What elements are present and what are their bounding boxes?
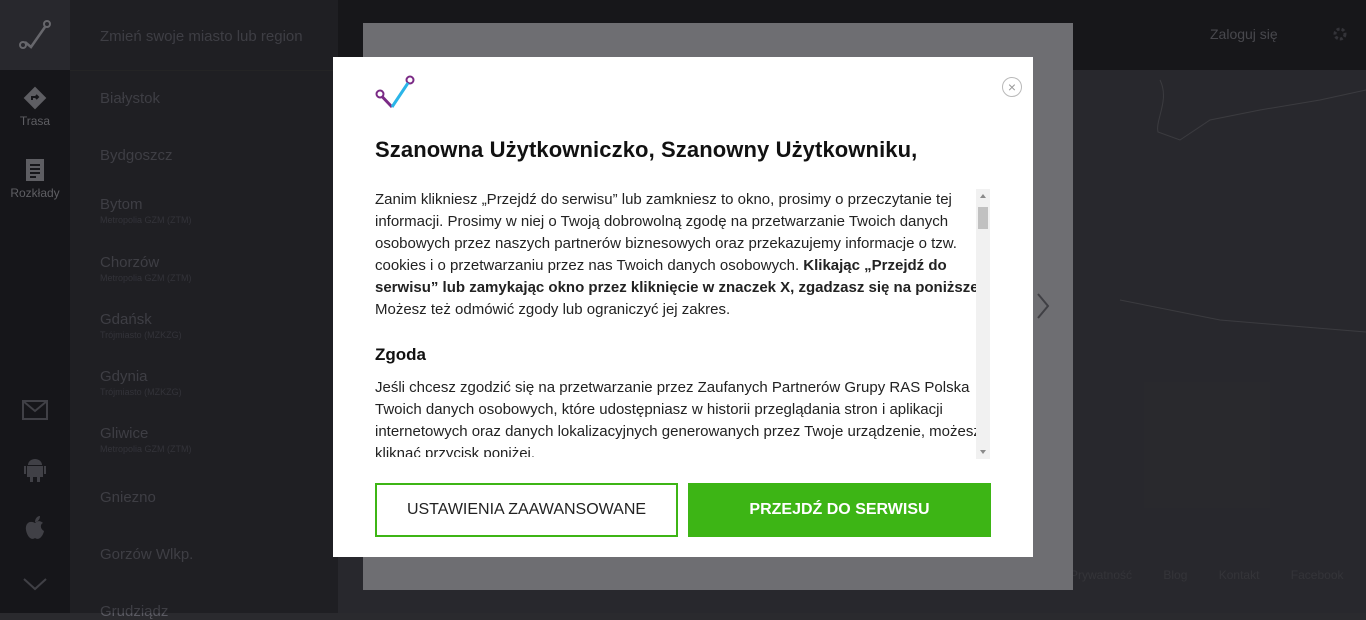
section-paragraph: Jeśli chcesz zgodzić się na przetwarzani… [375,379,981,457]
advanced-settings-button[interactable]: USTAWIENIA ZAAWANSOWANE [375,483,678,537]
section-heading: Zgoda [375,345,426,364]
close-icon: × [1007,79,1017,95]
scrollbar-thumb[interactable] [978,207,988,229]
consent-text-scroll[interactable]: Zanim klikniesz „Przejdź do serwisu” lub… [375,189,991,457]
scrollbar[interactable] [976,189,990,459]
scroll-down-icon[interactable] [980,450,986,454]
intro-text-end: Możesz też odmówić zgody lub ograniczyć … [375,301,731,318]
close-button[interactable]: × [1002,77,1022,97]
scroll-up-icon[interactable] [980,194,986,198]
go-to-service-label: PRZEJDŹ DO SERWISU [749,501,930,518]
consent-dialog: × Szanowna Użytkowniczko, Szanowny Użytk… [333,57,1033,557]
intro-paragraph: Zanim klikniesz „Przejdź do serwisu” lub… [375,189,991,321]
brand-logo-icon [375,75,415,109]
dialog-title: Szanowna Użytkowniczko, Szanowny Użytkow… [375,137,918,162]
advanced-settings-label: USTAWIENIA ZAAWANSOWANE [406,501,647,518]
chevron-right-icon[interactable] [1036,292,1050,320]
go-to-service-button[interactable]: PRZEJDŹ DO SERWISU [688,483,991,537]
